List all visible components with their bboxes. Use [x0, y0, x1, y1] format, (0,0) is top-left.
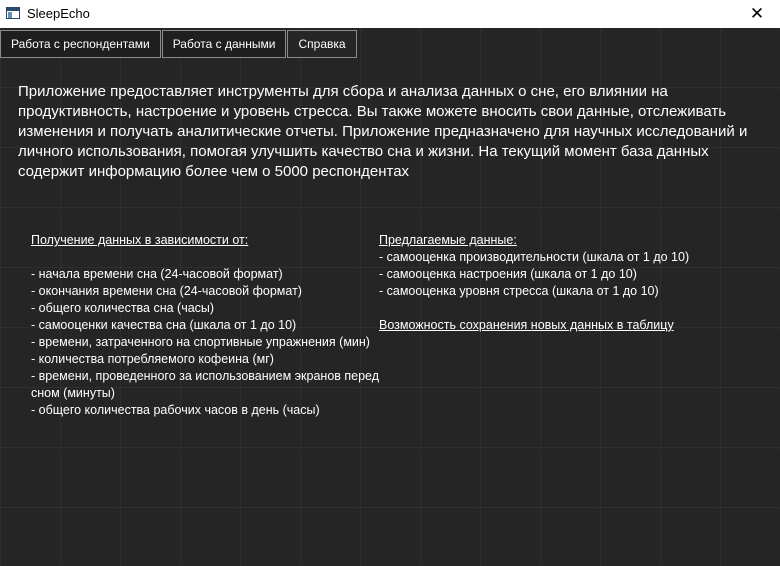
list-item: - самооценка уровня стресса (шкала от 1 …	[379, 284, 659, 298]
list-item: - количества потребляемого кофеина (мг)	[31, 352, 274, 366]
data-sources-heading: Получение данных в зависимости от:	[31, 233, 249, 247]
list-item: - самооценка производительности (шкала о…	[379, 250, 690, 264]
offered-data-section: Предлагаемые данные: - самооценка произв…	[379, 232, 759, 334]
list-item: - самооценки качества сна (шкала от 1 до…	[31, 318, 297, 332]
list-item: - начала времени сна (24-часовой формат)	[31, 267, 283, 281]
tab-respondents[interactable]: Работа с респондентами	[0, 30, 161, 58]
offered-data-heading: Предлагаемые данные:	[379, 233, 517, 247]
tab-help[interactable]: Справка	[287, 30, 357, 58]
list-item: - самооценка настроения (шкала от 1 до 1…	[379, 267, 637, 281]
tab-data[interactable]: Работа с данными	[161, 30, 287, 58]
save-data-heading: Возможность сохранения новых данных в та…	[379, 318, 674, 332]
app-window-icon	[6, 7, 20, 19]
list-item: - окончания времени сна (24-часовой форм…	[31, 284, 302, 298]
tab-bar: Работа с респондентами Работа с данными …	[0, 30, 358, 58]
main-content: Работа с респондентами Работа с данными …	[0, 28, 780, 566]
list-item: - времени, проведенного за использование…	[31, 369, 380, 400]
intro-text: Приложение предоставляет инструменты для…	[18, 83, 748, 180]
window-title: SleepEcho	[27, 6, 90, 21]
list-item: - времени, затраченного на спортивные уп…	[31, 335, 370, 349]
list-item: - общего количества рабочих часов в день…	[31, 403, 320, 417]
close-button[interactable]: ✕	[734, 0, 780, 28]
data-sources-section: Получение данных в зависимости от: - нач…	[31, 232, 391, 419]
title-bar: SleepEcho ✕	[0, 0, 780, 28]
list-item: - общего количества сна (часы)	[31, 301, 215, 315]
